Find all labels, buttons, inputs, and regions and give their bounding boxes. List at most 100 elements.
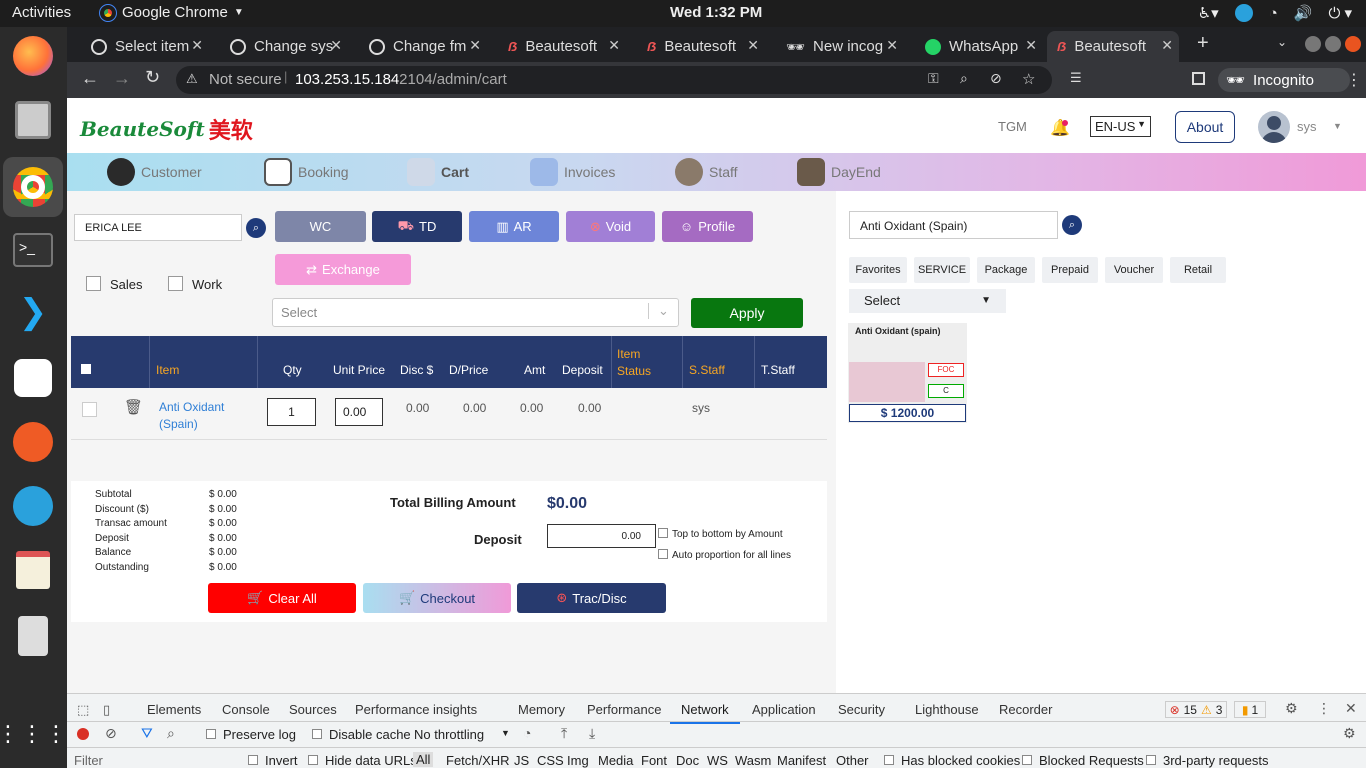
row-checkbox[interactable] bbox=[82, 402, 97, 417]
tab[interactable]: Change fm ✕ bbox=[359, 31, 487, 62]
system-tray[interactable]: ♿▾ ◔ 🔊 ⏻ ▾ bbox=[1198, 4, 1352, 22]
clear-all-button[interactable]: 🛒 Clear All bbox=[208, 583, 356, 613]
devtools-tab-memory[interactable]: Memory bbox=[518, 702, 565, 717]
filter-media[interactable]: Media bbox=[598, 753, 633, 768]
side-panel-icon[interactable] bbox=[1192, 72, 1205, 85]
deposit-input[interactable]: 0.00 bbox=[547, 524, 656, 548]
devtools-tab-performance-insights[interactable]: Performance insights bbox=[355, 702, 477, 717]
close-icon[interactable]: ✕ bbox=[747, 37, 759, 54]
nav-customer[interactable]: Customer bbox=[107, 158, 202, 186]
filter-css[interactable]: CSS bbox=[537, 753, 564, 768]
minimize-icon[interactable] bbox=[1305, 36, 1321, 52]
tab[interactable]: Change sys ✕ bbox=[220, 31, 348, 62]
tab-search-icon[interactable]: ⌄ bbox=[1277, 35, 1287, 49]
tab[interactable]: Select item ✕ bbox=[81, 31, 209, 62]
unit-price-input[interactable]: 0.00 bbox=[335, 398, 383, 426]
chrome-dock-icon[interactable] bbox=[3, 157, 63, 217]
app-icon[interactable] bbox=[10, 355, 56, 401]
more-icon[interactable]: ⋮ bbox=[1317, 700, 1331, 717]
incognito-profile[interactable]: 🕶 Incognito bbox=[1218, 68, 1350, 92]
devtools-tab-console[interactable]: Console bbox=[222, 702, 270, 717]
profile-button[interactable]: ☺ Profile bbox=[662, 211, 753, 242]
download-icon[interactable]: ⤓ bbox=[589, 725, 595, 742]
item-link[interactable]: Anti Oxidant (Spain) bbox=[159, 399, 239, 433]
error-warning-counter[interactable]: ⊗ 15 ⚠ 3 bbox=[1165, 701, 1227, 718]
app-menu[interactable]: Google Chrome ▼ bbox=[99, 3, 244, 22]
vscode-icon[interactable]: ❯ bbox=[10, 289, 56, 335]
tab[interactable]: ẞ Beautesoft ✕ bbox=[637, 31, 765, 62]
work-checkbox[interactable] bbox=[168, 276, 183, 291]
tab[interactable]: ẞ Beautesoft ✕ bbox=[498, 31, 626, 62]
terminal-icon[interactable]: >_ bbox=[10, 227, 56, 273]
nav-dayend[interactable]: DayEnd bbox=[797, 158, 881, 186]
devtools-tab-security[interactable]: Security bbox=[838, 702, 885, 717]
nav-cart[interactable]: Cart bbox=[407, 158, 469, 186]
nav-staff[interactable]: Staff bbox=[675, 158, 738, 186]
exchange-button[interactable]: ⇄ Exchange bbox=[275, 254, 411, 285]
nav-invoices[interactable]: Invoices bbox=[530, 158, 615, 186]
filter-wasm[interactable]: Wasm bbox=[735, 753, 771, 768]
filter-icon[interactable]: ⛛ bbox=[141, 725, 153, 742]
devtools-tab-performance[interactable]: Performance bbox=[587, 702, 661, 717]
category-service[interactable]: SERVICE bbox=[914, 257, 970, 283]
reload-icon[interactable]: ↻ bbox=[145, 67, 160, 88]
category-prepaid[interactable]: Prepaid bbox=[1042, 257, 1098, 283]
blocked-requests-checkbox[interactable] bbox=[1022, 755, 1032, 765]
void-button[interactable]: ⊗ Void bbox=[566, 211, 655, 242]
avatar[interactable] bbox=[1258, 111, 1290, 143]
filter-input[interactable]: Filter bbox=[74, 753, 103, 768]
catalog-search-input[interactable]: Anti Oxidant (Spain) bbox=[849, 211, 1058, 239]
text-editor-icon[interactable] bbox=[10, 547, 56, 593]
about-button[interactable]: About bbox=[1175, 111, 1235, 143]
clock[interactable]: Wed 1:32 PM bbox=[670, 4, 762, 21]
close-icon[interactable]: ✕ bbox=[469, 37, 481, 54]
network-settings-icon[interactable]: ⚙ bbox=[1343, 725, 1356, 742]
reading-list-icon[interactable]: ☰ bbox=[1070, 70, 1082, 86]
disable-cache-checkbox[interactable] bbox=[312, 729, 322, 739]
filter-doc[interactable]: Doc bbox=[676, 753, 699, 768]
filter-ws[interactable]: WS bbox=[707, 753, 728, 768]
nav-booking[interactable]: Booking bbox=[264, 158, 349, 186]
close-icon[interactable]: ✕ bbox=[1025, 37, 1037, 54]
filter-manifest[interactable]: Manifest bbox=[777, 753, 826, 768]
language-select[interactable]: EN-US ▼ bbox=[1090, 116, 1151, 137]
activities-button[interactable]: Activities bbox=[12, 4, 71, 21]
td-button[interactable]: ⛟ TD bbox=[372, 211, 462, 242]
tab-active[interactable]: ẞ Beautesoft ✕ bbox=[1047, 31, 1179, 62]
customer-input[interactable]: ERICA LEE bbox=[74, 214, 242, 241]
calculator-icon[interactable] bbox=[10, 613, 56, 659]
preserve-log-checkbox[interactable] bbox=[206, 729, 216, 739]
trash-icon[interactable]: 🗑 bbox=[124, 398, 143, 416]
close-icon[interactable]: ✕ bbox=[330, 37, 342, 54]
files-icon[interactable] bbox=[10, 97, 56, 143]
auto-proportion-checkbox[interactable] bbox=[658, 549, 668, 559]
zoom-icon[interactable]: ⌕ bbox=[960, 70, 968, 87]
menu-icon[interactable]: ⋮ bbox=[1346, 70, 1362, 90]
network-icon[interactable]: ◔ bbox=[1269, 5, 1278, 22]
upload-icon[interactable]: ⤒ bbox=[561, 725, 567, 742]
category-voucher[interactable]: Voucher bbox=[1105, 257, 1163, 283]
wc-button[interactable]: WC bbox=[275, 211, 366, 242]
inspect-icon[interactable]: ⬚ bbox=[77, 702, 89, 718]
c-button[interactable]: C bbox=[928, 384, 964, 398]
new-tab-button[interactable]: + bbox=[1197, 32, 1209, 55]
product-card[interactable]: Anti Oxidant (spain) FOC C $ 1200.00 bbox=[848, 323, 967, 423]
filter-js[interactable]: JS bbox=[514, 753, 529, 768]
devtools-tab-sources[interactable]: Sources bbox=[289, 702, 337, 717]
forward-icon[interactable]: → bbox=[113, 68, 131, 89]
blocked-cookies-checkbox[interactable] bbox=[884, 755, 894, 765]
invert-checkbox[interactable] bbox=[248, 755, 258, 765]
address-bar[interactable]: ⚠ Not secure | 103.253.15.184 :2104/admi… bbox=[176, 66, 1052, 94]
telegram-tray-icon[interactable] bbox=[1234, 4, 1253, 22]
sales-checkbox[interactable] bbox=[86, 276, 101, 291]
record-icon[interactable] bbox=[77, 728, 89, 740]
accessibility-icon[interactable]: ♿▾ bbox=[1198, 4, 1219, 22]
devtools-tab-elements[interactable]: Elements bbox=[147, 702, 201, 717]
tab[interactable]: WhatsApp ✕ bbox=[915, 31, 1043, 62]
close-window-icon[interactable] bbox=[1345, 36, 1361, 52]
eye-off-icon[interactable]: ⊘ bbox=[990, 70, 1002, 87]
search-icon[interactable]: ⌕ bbox=[167, 725, 175, 742]
bookmark-star-icon[interactable]: ☆ bbox=[1022, 70, 1035, 88]
trac-disc-button[interactable]: ⊛ Trac/Disc bbox=[517, 583, 666, 613]
power-icon[interactable]: ⏻ ▾ bbox=[1328, 4, 1352, 22]
